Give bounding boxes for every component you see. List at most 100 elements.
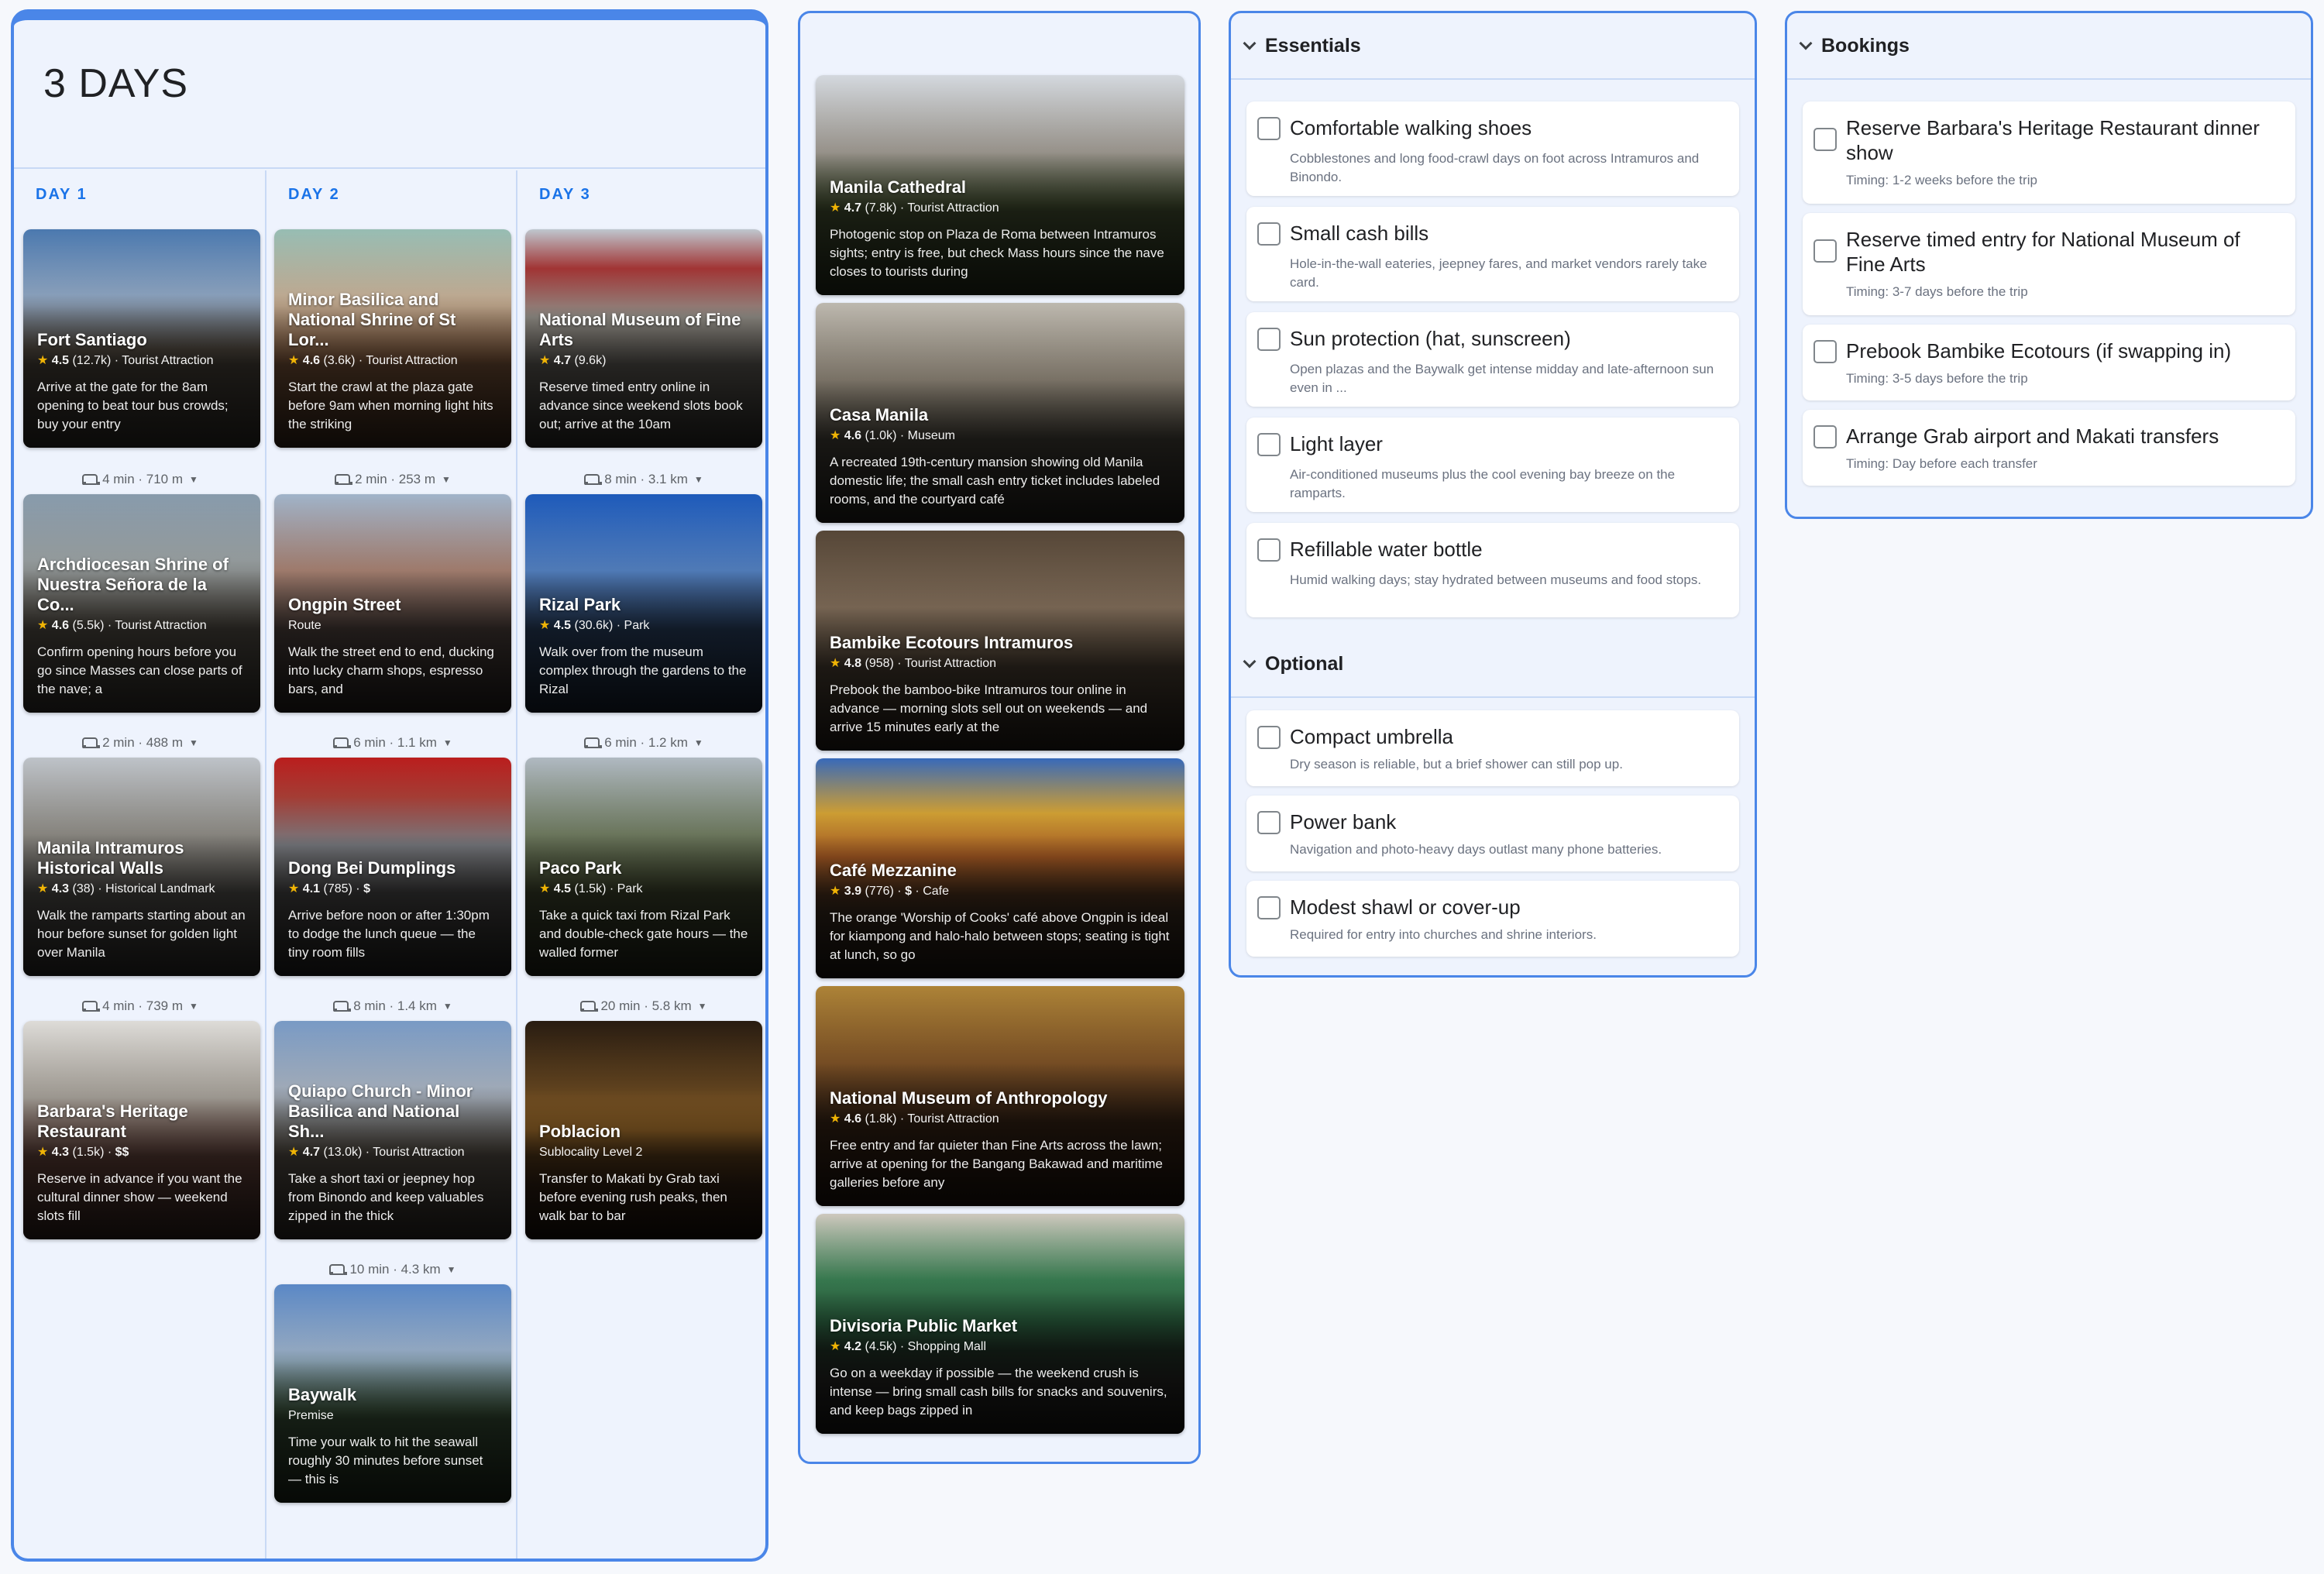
day-column-1: DAY 1 Fort Santiago ★ 4.5 (12.7k) · Tour… (14, 170, 265, 1559)
place-name: National Museum of Anthropology (830, 1088, 1108, 1108)
checkbox[interactable] (1257, 538, 1281, 562)
stop-card[interactable]: Archdiocesan Shrine of Nuestra Señora de… (23, 494, 260, 713)
stop-card[interactable]: Paco Park ★ 4.5 (1.5k) · Park Take a qui… (525, 758, 762, 976)
item-note: Dry season is reliable, but a brief show… (1290, 757, 1623, 772)
star-icon: ★ (830, 885, 841, 898)
travel-segment[interactable]: 8 min · 3.1 km ▼ (517, 468, 765, 491)
stop-card[interactable]: Manila Intramuros Historical Walls ★ 4.3… (23, 758, 260, 976)
travel-segment[interactable]: 4 min · 739 m ▼ (14, 995, 265, 1018)
itinerary-title: 3 DAYS (43, 61, 189, 106)
item-title: Reserve timed entry for National Museum … (1846, 228, 2240, 276)
checklist-item[interactable]: Comfortable walking shoes Cobblestones a… (1246, 101, 1739, 196)
travel-segment[interactable]: 10 min · 4.3 km ▼ (266, 1258, 517, 1281)
stop-card[interactable]: Baywalk Premise Time your walk to hit th… (274, 1284, 511, 1503)
travel-segment[interactable]: 6 min · 1.2 km ▼ (517, 731, 765, 754)
checklist-item[interactable]: Compact umbrella Dry season is reliable,… (1246, 710, 1739, 786)
checklist-item[interactable]: Small cash bills Hole-in-the-wall eateri… (1246, 207, 1739, 301)
place-meta: ★ 4.6 (1.0k) · Museum (830, 429, 955, 442)
packing-list-panel: Essentials Comfortable walking shoes Cob… (1229, 11, 1757, 978)
item-note: Cobblestones and long food-crawl days on… (1290, 151, 1700, 184)
day-label: DAY 1 (36, 186, 88, 203)
bookings-panel: Bookings Reserve Barbara's Heritage Rest… (1785, 11, 2313, 519)
booking-item[interactable]: Prebook Bambike Ecotours (if swapping in… (1803, 325, 2295, 400)
travel-time-distance: 4 min · 710 m (102, 472, 184, 486)
checkbox[interactable] (1257, 117, 1281, 140)
stop-category: Tourist Attraction (366, 354, 458, 367)
checkbox[interactable] (1257, 222, 1281, 246)
travel-time-distance: 20 min · 5.8 km (600, 998, 692, 1013)
stop-description: Start the crawl at the plaza gate before… (288, 380, 493, 431)
stop-card[interactable]: Fort Santiago ★ 4.5 (12.7k) · Tourist At… (23, 229, 260, 448)
item-timing: Timing: Day before each transfer (1846, 456, 2037, 471)
checklist-item[interactable]: Light layer Air-conditioned museums plus… (1246, 418, 1739, 512)
stop-card[interactable]: Ongpin Street Route Walk the street end … (274, 494, 511, 713)
travel-segment[interactable]: 20 min · 5.8 km ▼ (517, 995, 765, 1018)
place-name: Casa Manila (830, 405, 929, 424)
stop-card[interactable]: Barbara's Heritage Restaurant ★ 4.3 (1.5… (23, 1021, 260, 1239)
place-card[interactable]: Manila Cathedral ★ 4.7 (7.8k) · Tourist … (816, 75, 1184, 295)
stop-card[interactable]: Rizal Park ★ 4.5 (30.6k) · Park Walk ove… (525, 494, 762, 713)
stop-card[interactable]: National Museum of Fine Arts ★ 4.7 (9.6k… (525, 229, 762, 448)
place-meta: ★ 4.8 (958) · Tourist Attraction (830, 657, 997, 670)
chevron-down-icon: ▼ (189, 737, 198, 748)
checkbox[interactable] (1813, 128, 1837, 151)
stop-rating: 4.3 (51, 1146, 70, 1159)
travel-segment[interactable]: 2 min · 253 m ▼ (266, 468, 517, 491)
booking-item[interactable]: Arrange Grab airport and Makati transfer… (1803, 410, 2295, 486)
stop-reviews: (1.5k) (72, 1146, 105, 1159)
place-card[interactable]: National Museum of Anthropology ★ 4.6 (1… (816, 986, 1184, 1206)
car-icon (579, 1001, 599, 1012)
checkbox[interactable] (1257, 811, 1281, 834)
checkbox[interactable] (1813, 340, 1837, 363)
booking-item[interactable]: Reserve Barbara's Heritage Restaurant di… (1803, 101, 2295, 204)
checklist-item[interactable]: Sun protection (hat, sunscreen) Open pla… (1246, 312, 1739, 407)
checklist-item[interactable]: Power bank Navigation and photo-heavy da… (1246, 796, 1739, 871)
place-card[interactable]: Café Mezzanine ★ 3.9 (776) · $ · Cafe Th… (816, 758, 1184, 978)
place-price: $ (905, 885, 912, 898)
car-icon (81, 474, 101, 485)
car-icon (332, 737, 352, 748)
itinerary-panel: 3 DAYS DAY 1 Fort Santiago ★ 4.5 (12.7k)… (11, 9, 768, 1562)
place-card[interactable]: Casa Manila ★ 4.6 (1.0k) · Museum A recr… (816, 303, 1184, 523)
item-title: Compact umbrella (1290, 725, 1453, 748)
travel-segment[interactable]: 2 min · 488 m ▼ (14, 731, 265, 754)
stop-name: Barbara's Heritage Restaurant (37, 1101, 188, 1141)
stop-rating: 4.6 (302, 354, 321, 367)
stop-reviews: (1.5k) (574, 882, 607, 895)
stop-card[interactable]: Dong Bei Dumplings ★ 4.1 (785) · $ Arriv… (274, 758, 511, 976)
chevron-down-icon: ▼ (189, 474, 198, 485)
place-category: Tourist Attraction (907, 1112, 999, 1126)
place-reviews: (4.5k) (865, 1340, 897, 1353)
booking-item[interactable]: Reserve timed entry for National Museum … (1803, 213, 2295, 315)
stop-card[interactable]: Minor Basilica and National Shrine of St… (274, 229, 511, 448)
section-header-bookings[interactable]: Bookings (1787, 13, 2311, 80)
stop-description: Transfer to Makati by Grab taxi before e… (539, 1171, 727, 1223)
stop-card[interactable]: Poblacion Sublocality Level 2 Transfer t… (525, 1021, 762, 1239)
checkbox[interactable] (1813, 239, 1837, 263)
section-header-optional[interactable]: Optional (1231, 631, 1755, 698)
checkbox[interactable] (1257, 896, 1281, 919)
item-note: Hole-in-the-wall eateries, jeepney fares… (1290, 256, 1707, 290)
checkbox[interactable] (1257, 328, 1281, 351)
checklist-item[interactable]: Modest shawl or cover-up Required for en… (1246, 881, 1739, 957)
travel-segment[interactable]: 6 min · 1.1 km ▼ (266, 731, 517, 754)
travel-time-distance: 8 min · 1.4 km (353, 998, 437, 1013)
place-card[interactable]: Divisoria Public Market ★ 4.2 (4.5k) · S… (816, 1214, 1184, 1434)
travel-segment[interactable]: 4 min · 710 m ▼ (14, 468, 265, 491)
place-card[interactable]: Bambike Ecotours Intramuros ★ 4.8 (958) … (816, 531, 1184, 751)
checklist-item[interactable]: Refillable water bottle Humid walking da… (1246, 523, 1739, 617)
stop-meta: ★ 4.5 (1.5k) · Park (539, 882, 643, 895)
checkbox[interactable] (1257, 726, 1281, 749)
place-rating: 4.7 (844, 201, 862, 215)
travel-segment[interactable]: 8 min · 1.4 km ▼ (266, 995, 517, 1018)
item-title: Reserve Barbara's Heritage Restaurant di… (1846, 116, 2260, 164)
stop-category: Tourist Attraction (122, 354, 214, 367)
place-rating: 4.2 (844, 1340, 862, 1353)
checkbox[interactable] (1813, 425, 1837, 448)
place-category: Shopping Mall (907, 1340, 987, 1353)
chevron-down-icon: ▼ (446, 1264, 456, 1275)
checkbox[interactable] (1257, 433, 1281, 456)
section-header-essentials[interactable]: Essentials (1231, 13, 1755, 80)
stop-card[interactable]: Quiapo Church - Minor Basilica and Natio… (274, 1021, 511, 1239)
place-name: Café Mezzanine (830, 861, 957, 880)
